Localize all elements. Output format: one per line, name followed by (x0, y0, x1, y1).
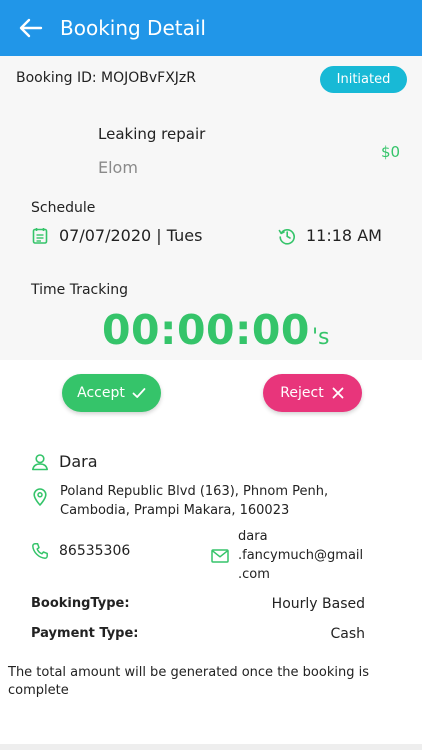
customer-address-row: Poland Republic Blvd (163), Phnom Penh, … (31, 482, 360, 520)
check-icon (132, 388, 146, 398)
calendar-icon (32, 227, 48, 244)
booking-id: Booking ID: MOJOBvFXJzR (16, 70, 197, 86)
payment-type-value: Cash (330, 626, 365, 642)
envelope-icon (211, 548, 229, 563)
accept-button-label: Accept (77, 385, 125, 401)
back-button[interactable] (6, 0, 56, 56)
timer-unit: 's (311, 325, 330, 350)
booking-type-label: BookingType: (31, 596, 130, 611)
arrow-left-icon (19, 18, 43, 38)
reject-button[interactable]: Reject (263, 374, 362, 412)
schedule-date-text: 07/07/2020 | Tues (59, 226, 203, 245)
timer-value: 00:00:00 (102, 306, 310, 354)
app-header: Booking Detail (0, 0, 422, 56)
close-icon (332, 387, 344, 399)
customer-phone-row[interactable]: 86535306 (31, 542, 130, 560)
service-subtitle: Elom (98, 158, 138, 177)
reject-button-label: Reject (280, 385, 324, 401)
time-tracking-label: Time Tracking (31, 282, 128, 298)
schedule-time: 11:18 AM (278, 226, 382, 245)
payment-type-label: Payment Type: (31, 626, 139, 641)
page-title: Booking Detail (60, 16, 206, 40)
accept-button[interactable]: Accept (62, 374, 161, 412)
user-icon (31, 453, 48, 470)
schedule-label: Schedule (31, 200, 96, 216)
schedule-time-text: 11:18 AM (306, 226, 382, 245)
bottom-divider (0, 744, 422, 750)
customer-email: dara .fancymuch@gmail .com (238, 529, 364, 582)
schedule-date: 07/07/2020 | Tues (31, 226, 202, 245)
timer-display: 00:00:00 's (102, 306, 329, 354)
customer-name: Dara (59, 452, 98, 471)
booking-type-value: Hourly Based (271, 596, 365, 612)
clock-history-icon (278, 228, 295, 245)
location-pin-icon (33, 488, 47, 506)
price: $0 (381, 143, 401, 161)
status-badge: Initiated (320, 66, 407, 93)
customer-name-row: Dara (31, 452, 98, 471)
customer-address: Poland Republic Blvd (163), Phnom Penh, … (60, 484, 329, 518)
total-amount-note: The total amount will be generated once … (8, 665, 369, 698)
phone-icon (32, 543, 48, 559)
customer-email-row[interactable]: dara .fancymuch@gmail .com (211, 527, 388, 584)
customer-phone: 86535306 (59, 543, 131, 559)
service-title: Leaking repair (98, 125, 206, 143)
